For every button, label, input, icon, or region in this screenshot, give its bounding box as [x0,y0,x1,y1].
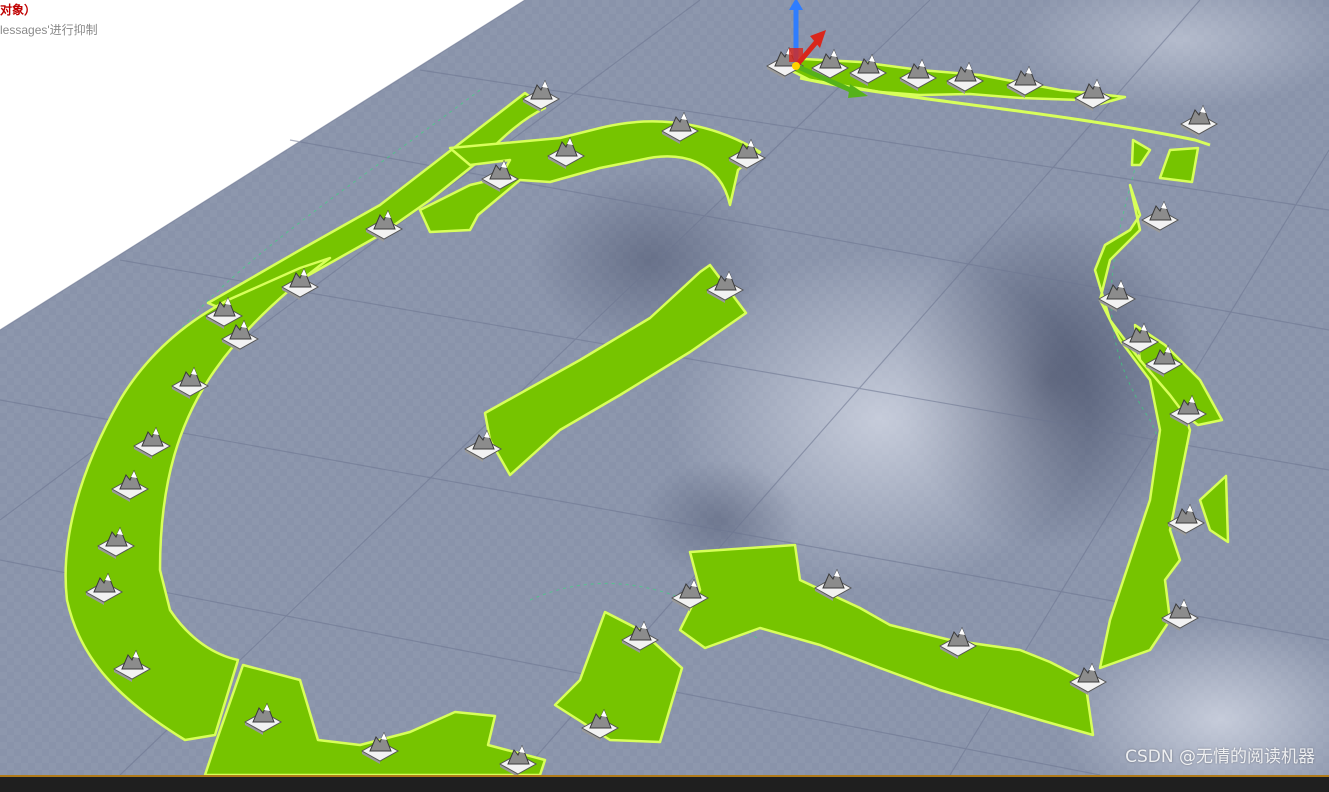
editor-bottom-bar [0,775,1329,792]
viewport-warning-text: 对象） [0,3,37,17]
viewport-hint-text: lessages'进行抑制 [0,23,98,37]
landscape-scene[interactable] [0,0,1329,775]
editor-viewport[interactable]: 对象） lessages'进行抑制 CSDN @无情的阅读机器 [0,0,1329,775]
watermark: CSDN @无情的阅读机器 [1125,747,1315,767]
gizmo-xz-plane[interactable] [789,48,803,62]
gizmo-origin[interactable] [792,62,800,70]
